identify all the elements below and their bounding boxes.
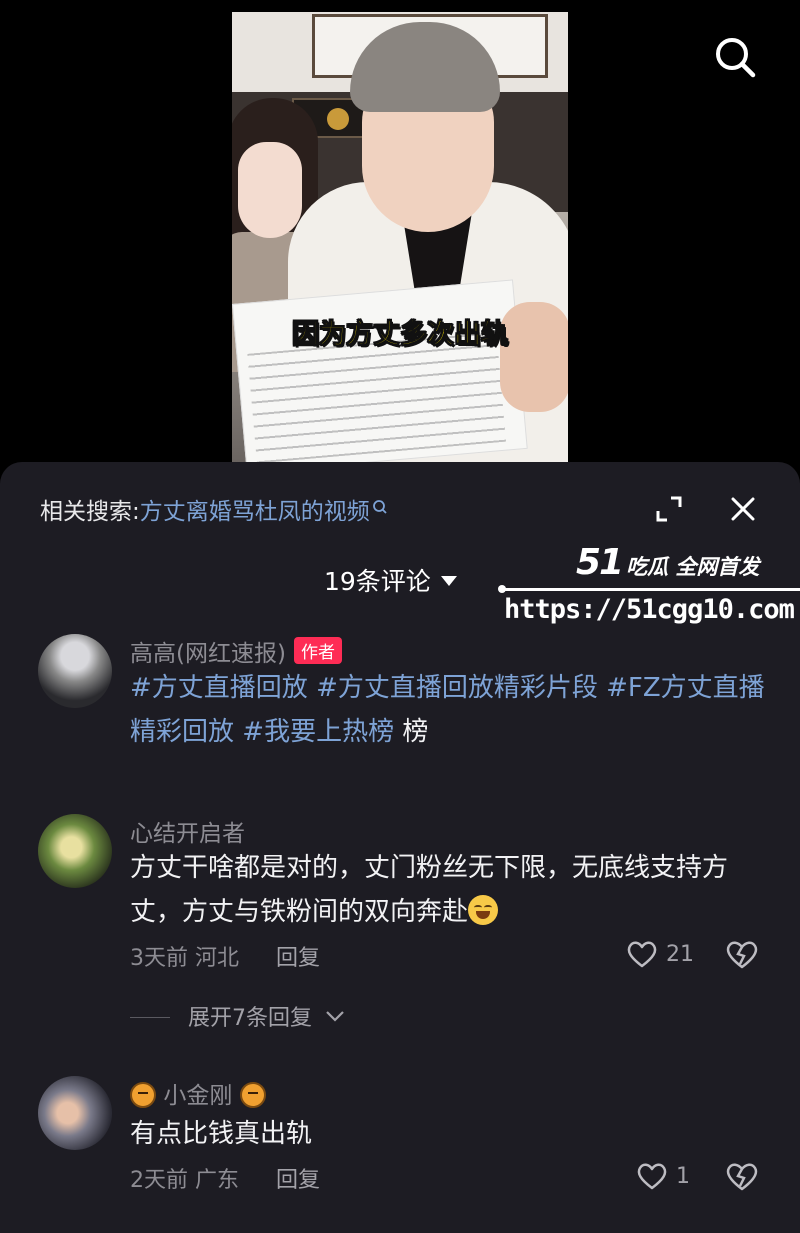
comment-location: 河北 [195,946,240,971]
video-caption: 因为方丈多次出轨 [292,319,509,351]
related-search[interactable]: 相关搜索:方丈离婚骂杜凤的视频 [40,492,388,526]
watermark-title: 51 吃瓜 全网首发 [576,542,759,583]
reply-button[interactable]: 回复 [276,1168,320,1193]
close-icon [731,497,755,521]
comment-time: 3天前 [130,946,188,971]
avatar[interactable] [38,814,112,888]
comment-tail-text: 榜 [402,717,429,747]
comment-body: 方丈干啥都是对的，丈门粉丝无下限，无底线支持方丈，方丈与铁粉间的双向奔赴 [130,853,729,927]
video-paper-text [247,332,507,464]
comment-count: 19条评论 [324,567,431,596]
comment-location: 广东 [195,1168,240,1193]
divider-line [130,1017,170,1018]
author-badge: 作者 [293,637,342,664]
comment-panel: 相关搜索:方丈离婚骂杜凤的视频 19条评论 51 吃瓜 全网首发 https://… [0,462,800,1233]
like-count: 1 [676,1163,690,1189]
hashtag-link[interactable]: #方丈直播回放 [130,673,308,703]
comment-username[interactable]: 高高(网红速报) 作者 [130,634,342,668]
avatar[interactable] [38,634,112,708]
like-button[interactable]: 21 [626,938,694,970]
broken-heart-icon [726,1163,758,1191]
chevron-down-icon [326,1011,344,1022]
comment-count-sort[interactable]: 19条评论 [324,562,457,598]
video-frame[interactable]: 因为方丈多次出轨 [232,12,568,464]
avatar[interactable] [38,1076,112,1150]
watermark-slogan: 吃瓜 全网首发 [626,555,760,579]
username-text: 小金刚 [163,1083,233,1109]
comment-text: 方丈干啥都是对的，丈门粉丝无下限，无底线支持方丈，方丈与铁粉间的双向奔赴 [130,846,770,934]
comment-username[interactable]: 心结开启者 [130,814,245,848]
comment-time: 2天前 [130,1168,188,1193]
video-woman-face [238,142,302,238]
video-area[interactable]: 因为方丈多次出轨 [0,0,800,480]
expand-icon [656,496,682,522]
expand-replies-button[interactable]: 展开7条回复 [130,1000,345,1032]
heart-icon [637,1163,667,1190]
watermark-divider [498,585,800,593]
comment-meta: 3天前 河北 回复 [130,940,320,972]
video-trophy [327,108,349,130]
comment-username[interactable]: 小金刚 [130,1076,266,1110]
comment-text: 有点比钱真出轨 [130,1119,313,1149]
dislike-button[interactable] [724,1160,760,1192]
caret-down-icon [440,576,457,586]
watermark-brand: 51 [576,542,624,583]
close-button[interactable] [728,494,758,524]
related-search-label: 相关搜索: [40,499,140,525]
comment-text: #方丈直播回放 #方丈直播回放精彩片段 #FZ方丈直播精彩回放 #我要上热榜 榜 [130,666,770,754]
dislike-button[interactable] [724,938,760,970]
hashtag-link[interactable]: #方丈直播回放精彩片段 [316,673,598,703]
search-icon [716,38,756,78]
watermark: 51 吃瓜 全网首发 https://51cgg10.com [498,542,800,634]
search-button[interactable] [712,34,758,80]
hashtag-link[interactable]: #我要上热榜 [242,717,394,747]
tiger-emoji-icon [130,1082,156,1108]
reply-button[interactable]: 回复 [276,946,320,971]
expand-replies-label: 展开7条回复 [188,1006,312,1031]
video-paper [232,279,528,464]
broken-heart-icon [726,941,758,969]
heart-icon [627,941,657,968]
comment-meta: 2天前 广东 回复 [130,1162,320,1194]
small-search-icon [372,500,387,514]
laughing-emoji-icon [468,895,499,925]
related-search-query[interactable]: 方丈离婚骂杜凤的视频 [140,499,370,525]
watermark-url: https://51cgg10.com [504,594,795,625]
tiger-emoji-icon [239,1082,266,1108]
like-count: 21 [666,941,694,967]
expand-button[interactable] [654,494,684,524]
like-button[interactable]: 1 [636,1160,690,1192]
username-text: 高高(网红速报) [130,641,286,667]
